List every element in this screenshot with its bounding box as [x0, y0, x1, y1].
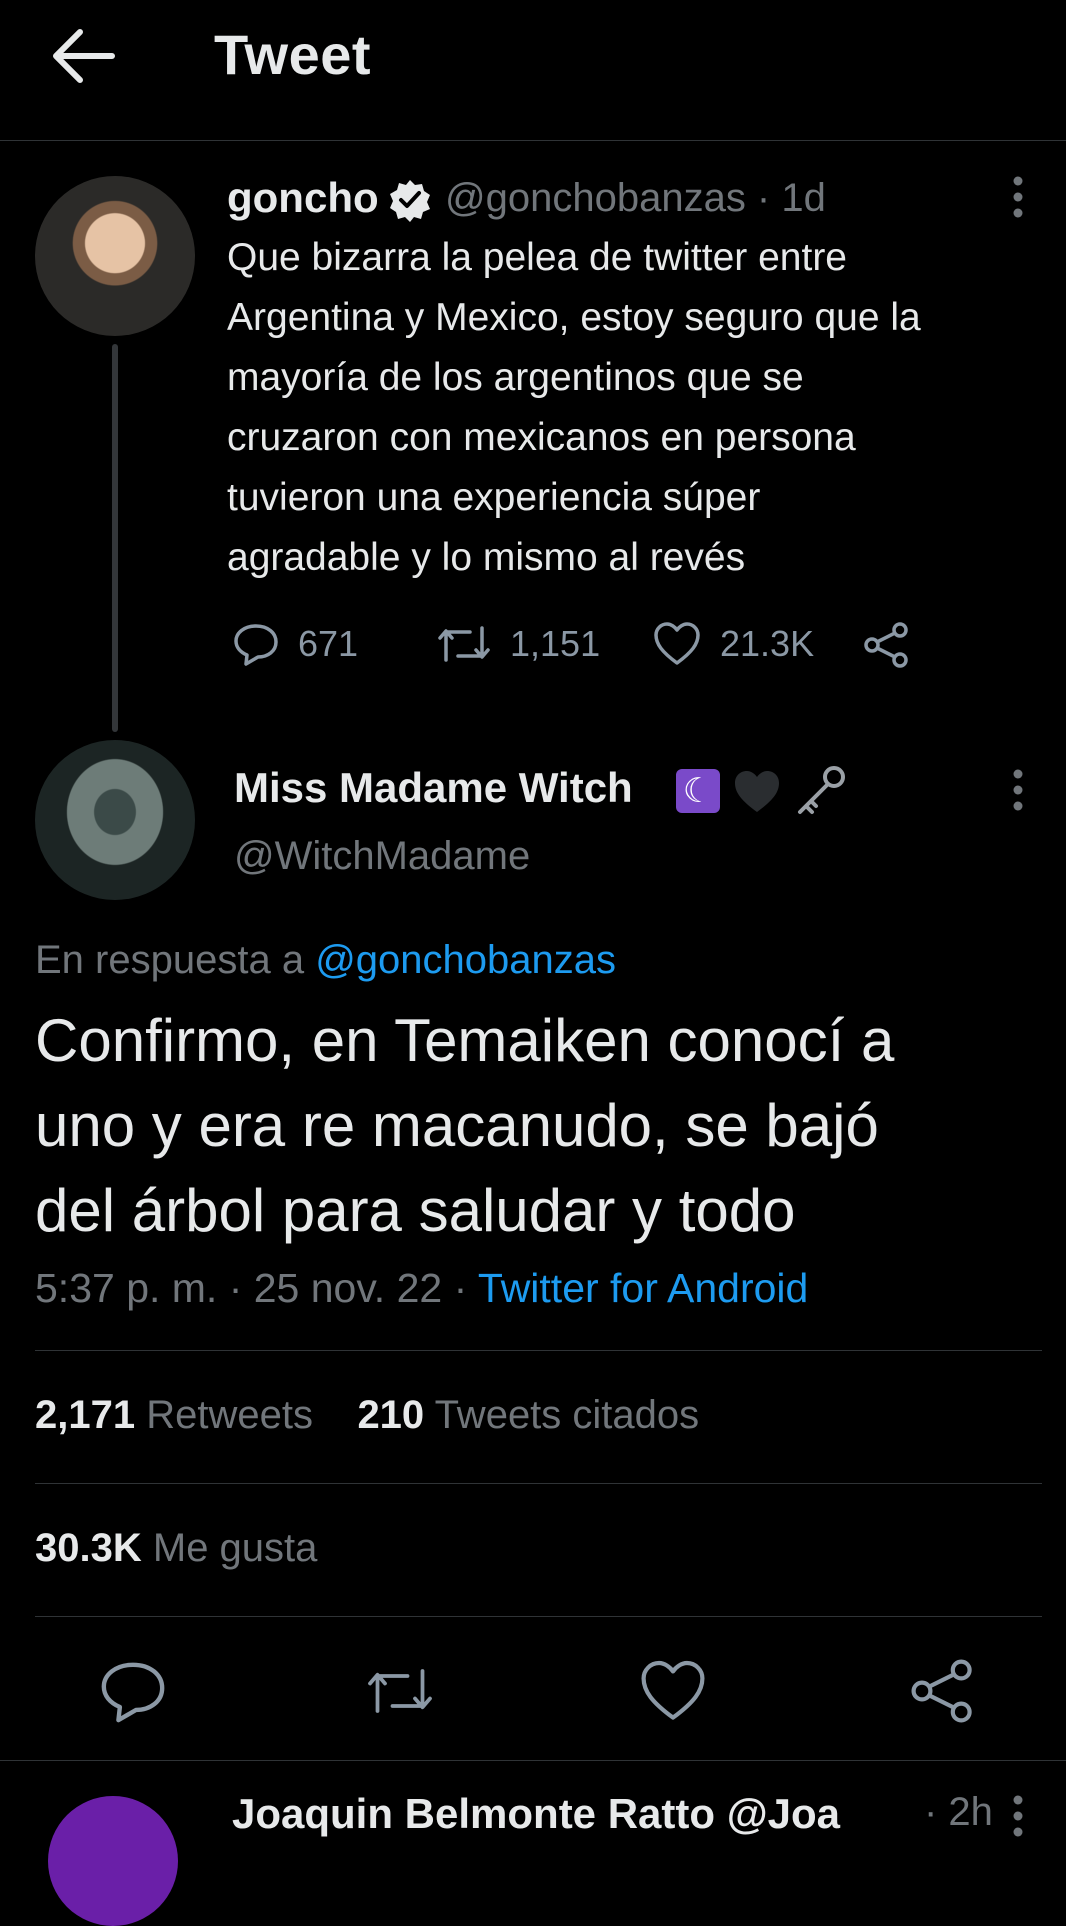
avatar-witchmadame[interactable] — [35, 740, 195, 900]
retweet-count: 1,151 — [510, 623, 601, 664]
likes-count: 30.3K — [35, 1526, 142, 1570]
black-heart-icon — [732, 768, 782, 814]
divider — [0, 1760, 1066, 1761]
avatar-next-reply[interactable] — [48, 1796, 178, 1926]
retweet-button[interactable]: 1,151 — [436, 620, 600, 668]
author-handle-time: @gonchobanzas · 1d — [445, 176, 826, 220]
reply-count: 671 — [298, 623, 359, 664]
name-emojis: ☾ — [676, 764, 848, 818]
likes-label: Me gusta — [152, 1526, 318, 1570]
reply-icon — [232, 620, 280, 668]
retweet-stats: 2,171 Retweets 210 Tweets citados — [35, 1393, 699, 1438]
crescent-moon-icon: ☾ — [676, 769, 720, 813]
quotes-count: 210 — [357, 1393, 425, 1437]
more-options-icon[interactable] — [1002, 175, 1034, 219]
tweet-text: Confirmo, en Temaiken conocí a uno y era… — [35, 1007, 895, 1244]
verified-badge-icon — [388, 178, 432, 222]
like-button[interactable]: 21.3K — [652, 620, 814, 668]
next-reply-author[interactable]: Joaquin Belmonte Ratto @Joa — [232, 1790, 840, 1838]
quotes-link[interactable]: 210 Tweets citados — [357, 1393, 699, 1437]
top-bar: Tweet — [0, 0, 1066, 141]
avatar-goncho[interactable] — [35, 176, 195, 336]
retweets-count: 2,171 — [35, 1393, 136, 1437]
tweet-source-link[interactable]: Twitter for Android — [478, 1265, 808, 1311]
reply-context-label: En respuesta a — [35, 938, 305, 982]
old-key-icon — [794, 764, 848, 818]
heart-icon — [652, 620, 702, 668]
next-reply-time: · 2h — [924, 1790, 993, 1834]
author-name[interactable]: goncho — [227, 174, 379, 222]
back-arrow-icon[interactable] — [50, 26, 116, 86]
share-icon — [862, 620, 912, 670]
like-count: 21.3K — [720, 623, 815, 664]
more-options-icon[interactable] — [1002, 1794, 1034, 1838]
more-options-icon[interactable] — [1002, 768, 1034, 812]
share-icon[interactable] — [908, 1656, 978, 1726]
divider — [35, 1350, 1042, 1351]
likes-stats[interactable]: 30.3K Me gusta — [35, 1526, 317, 1571]
tweet-text: Que bizarra la pelea de twitter entre Ar… — [227, 236, 921, 579]
reply-icon[interactable] — [98, 1656, 168, 1726]
reply-context-handle[interactable]: @gonchobanzas — [315, 938, 616, 982]
divider — [35, 1616, 1042, 1617]
heart-icon[interactable] — [638, 1656, 708, 1726]
retweets-link[interactable]: 2,171 Retweets — [35, 1393, 313, 1437]
quotes-label: Tweets citados — [434, 1393, 700, 1437]
retweets-label: Retweets — [146, 1393, 313, 1437]
reply-context: En respuesta a @gonchobanzas — [35, 938, 616, 983]
reply-button[interactable]: 671 — [232, 620, 358, 668]
author-handle[interactable]: @WitchMadame — [234, 834, 530, 879]
tweet-timestamp: 5:37 p. m. · 25 nov. 22 · — [35, 1265, 478, 1311]
divider — [35, 1483, 1042, 1484]
share-button[interactable] — [862, 620, 912, 670]
retweet-icon[interactable] — [365, 1656, 435, 1726]
author-name[interactable]: Miss Madame Witch — [234, 764, 633, 812]
page-title: Tweet — [214, 23, 372, 86]
tweet-meta: 5:37 p. m. · 25 nov. 22 · Twitter for An… — [35, 1265, 808, 1312]
thread-line — [112, 344, 118, 732]
retweet-icon — [436, 620, 492, 668]
